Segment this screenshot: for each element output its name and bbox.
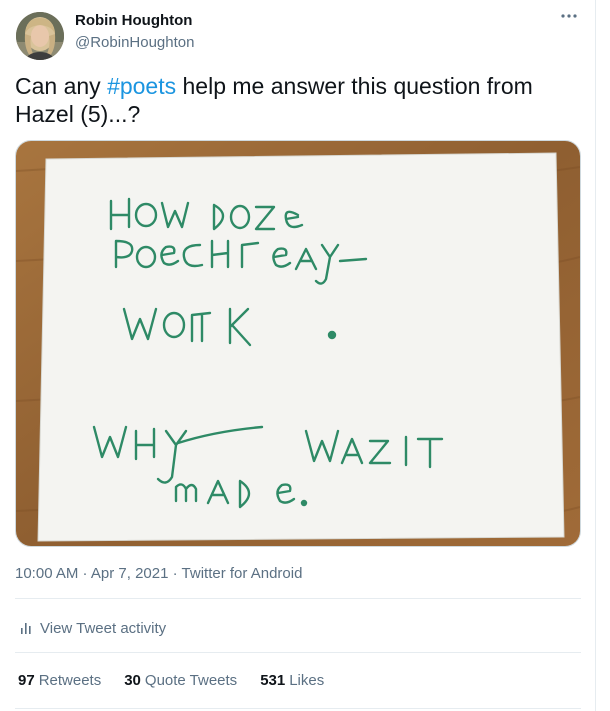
avatar[interactable] (16, 12, 64, 60)
tweet-text: Can any #poets help me answer this quest… (15, 72, 585, 128)
retweets-label: Retweets (38, 671, 102, 689)
view-tweet-activity-label: View Tweet activity (40, 619, 167, 637)
bar-chart-icon (18, 620, 36, 636)
likes-count: 531 (260, 671, 286, 689)
quote-tweets-label: Quote Tweets (144, 671, 238, 689)
divider (15, 708, 581, 709)
tweet-text-before: Can any (15, 73, 108, 99)
tweet-detail: Robin Houghton @RobinHoughton Can any #p… (0, 0, 596, 711)
avatar-photo (16, 12, 64, 60)
tweet-time[interactable]: 10:00 AM (15, 565, 78, 582)
divider (15, 598, 581, 599)
meta-separator: · (168, 565, 182, 582)
likes-stat[interactable]: 531 Likes (260, 672, 324, 689)
tweet-meta: 10:00 AM · Apr 7, 2021 · Twitter for And… (15, 565, 302, 582)
meta-separator: · (78, 565, 91, 582)
tweet-stats: 97 Retweets 30 Quote Tweets 531 Likes (15, 656, 581, 704)
view-tweet-activity-button[interactable]: View Tweet activity (15, 605, 581, 651)
quote-tweets-stat[interactable]: 30 Quote Tweets (124, 672, 237, 689)
hashtag-link[interactable]: #poets (107, 73, 176, 99)
tweet-photo[interactable] (15, 140, 581, 547)
tweet-date[interactable]: Apr 7, 2021 (91, 565, 169, 582)
likes-label: Likes (289, 671, 325, 689)
more-horizontal-icon[interactable] (558, 8, 580, 24)
retweets-count: 97 (18, 671, 35, 689)
quote-tweets-count: 30 (124, 671, 141, 689)
handwritten-note-image (16, 141, 580, 546)
divider (15, 652, 581, 653)
retweets-stat[interactable]: 97 Retweets (18, 672, 101, 689)
tweet-header: Robin Houghton @RobinHoughton (14, 6, 586, 62)
author-name[interactable]: Robin Houghton (75, 12, 192, 29)
tweet-source[interactable]: Twitter for Android (182, 565, 303, 582)
author-handle[interactable]: @RobinHoughton (75, 34, 194, 51)
